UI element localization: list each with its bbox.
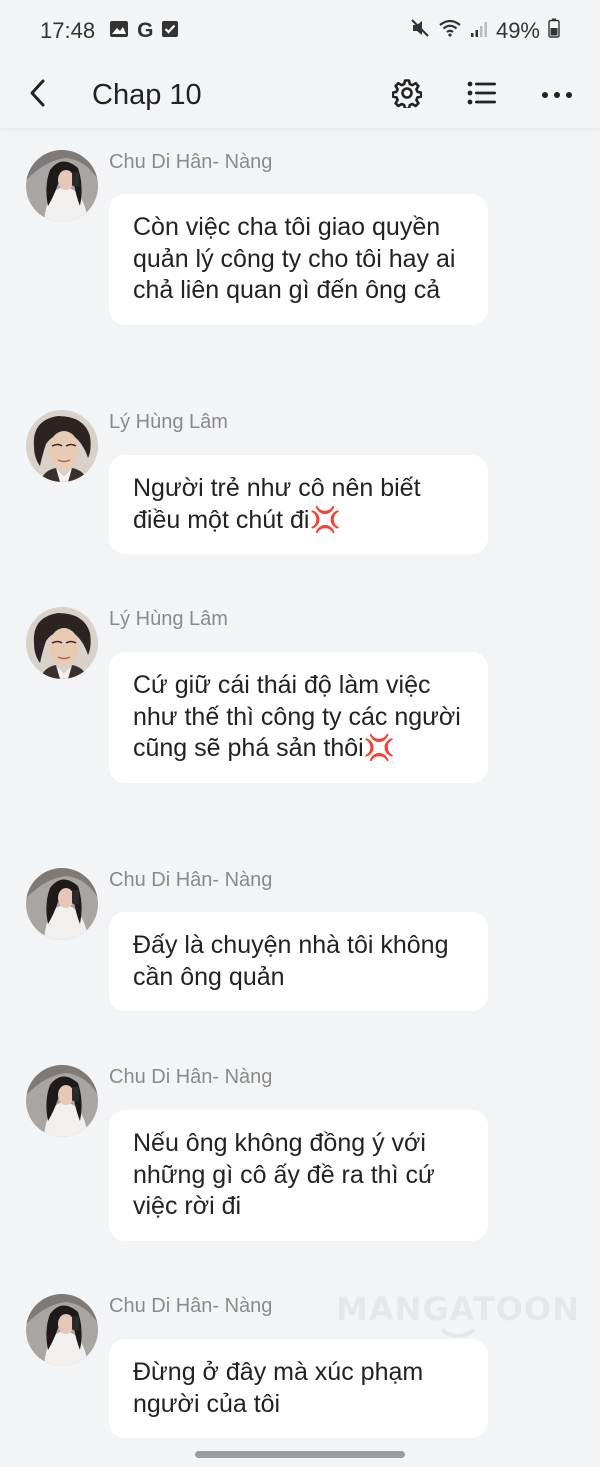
watermark: MANGATOON — [336, 1290, 579, 1350]
settings-button[interactable] — [382, 70, 432, 120]
status-time: 17:48 — [40, 18, 96, 43]
chapter-list-button[interactable] — [457, 70, 507, 120]
chevron-left-icon — [28, 78, 48, 113]
message-bubble: Cứ giữ cái thái độ làm việc như thế thì … — [109, 652, 488, 783]
status-right: 49% — [410, 18, 560, 44]
back-button[interactable] — [18, 75, 58, 115]
image-icon — [109, 18, 129, 44]
list-icon — [467, 80, 497, 111]
wifi-icon — [438, 18, 462, 44]
status-left: 17:48 G — [40, 18, 179, 44]
sender-name: Chu Di Hân- Nàng — [109, 151, 273, 173]
female-avatar[interactable] — [26, 868, 98, 940]
watermark-text: MANGATOON — [336, 1290, 580, 1328]
message-bubble: Đấy là chuyện nhà tôi không cần ông quản — [109, 912, 488, 1011]
check-box-icon — [161, 18, 179, 44]
female-avatar[interactable] — [26, 1294, 98, 1366]
sender-name: Chu Di Hân- Nàng — [109, 1295, 273, 1317]
page-title: Chap 10 — [92, 78, 202, 111]
female-avatar[interactable] — [26, 150, 98, 222]
male-avatar[interactable] — [26, 410, 98, 482]
battery-percent: 49% — [495, 18, 540, 43]
mute-icon — [410, 18, 430, 44]
message-bubble: Còn việc cha tôi giao quyền quản lý công… — [109, 194, 488, 325]
home-indicator[interactable] — [195, 1451, 405, 1458]
status-bar: 17:48 G 49% — [0, 0, 600, 62]
google-icon: G — [137, 19, 154, 42]
sender-name: Chu Di Hân- Nàng — [109, 869, 273, 891]
female-avatar[interactable] — [26, 1065, 98, 1137]
message-bubble: Đừng ở đây mà xúc phạm người của tôi — [109, 1339, 488, 1438]
message-bubble: Người trẻ như cô nên biết điều một chút … — [109, 455, 488, 554]
sender-name: Chu Di Hân- Nàng — [109, 1066, 273, 1088]
more-button[interactable] — [532, 70, 582, 120]
app-header: Chap 10 — [0, 62, 600, 128]
battery-icon — [548, 18, 560, 44]
more-horizontal-icon — [541, 86, 573, 104]
gear-icon — [391, 78, 423, 113]
sender-name: Lý Hùng Lâm — [109, 608, 228, 630]
watermark-smile-icon — [440, 1328, 476, 1338]
message-bubble: Nếu ông không đồng ý với những gì cô ấy … — [109, 1110, 488, 1241]
male-avatar[interactable] — [26, 607, 98, 679]
sender-name: Lý Hùng Lâm — [109, 411, 228, 433]
signal-icon — [470, 18, 488, 44]
